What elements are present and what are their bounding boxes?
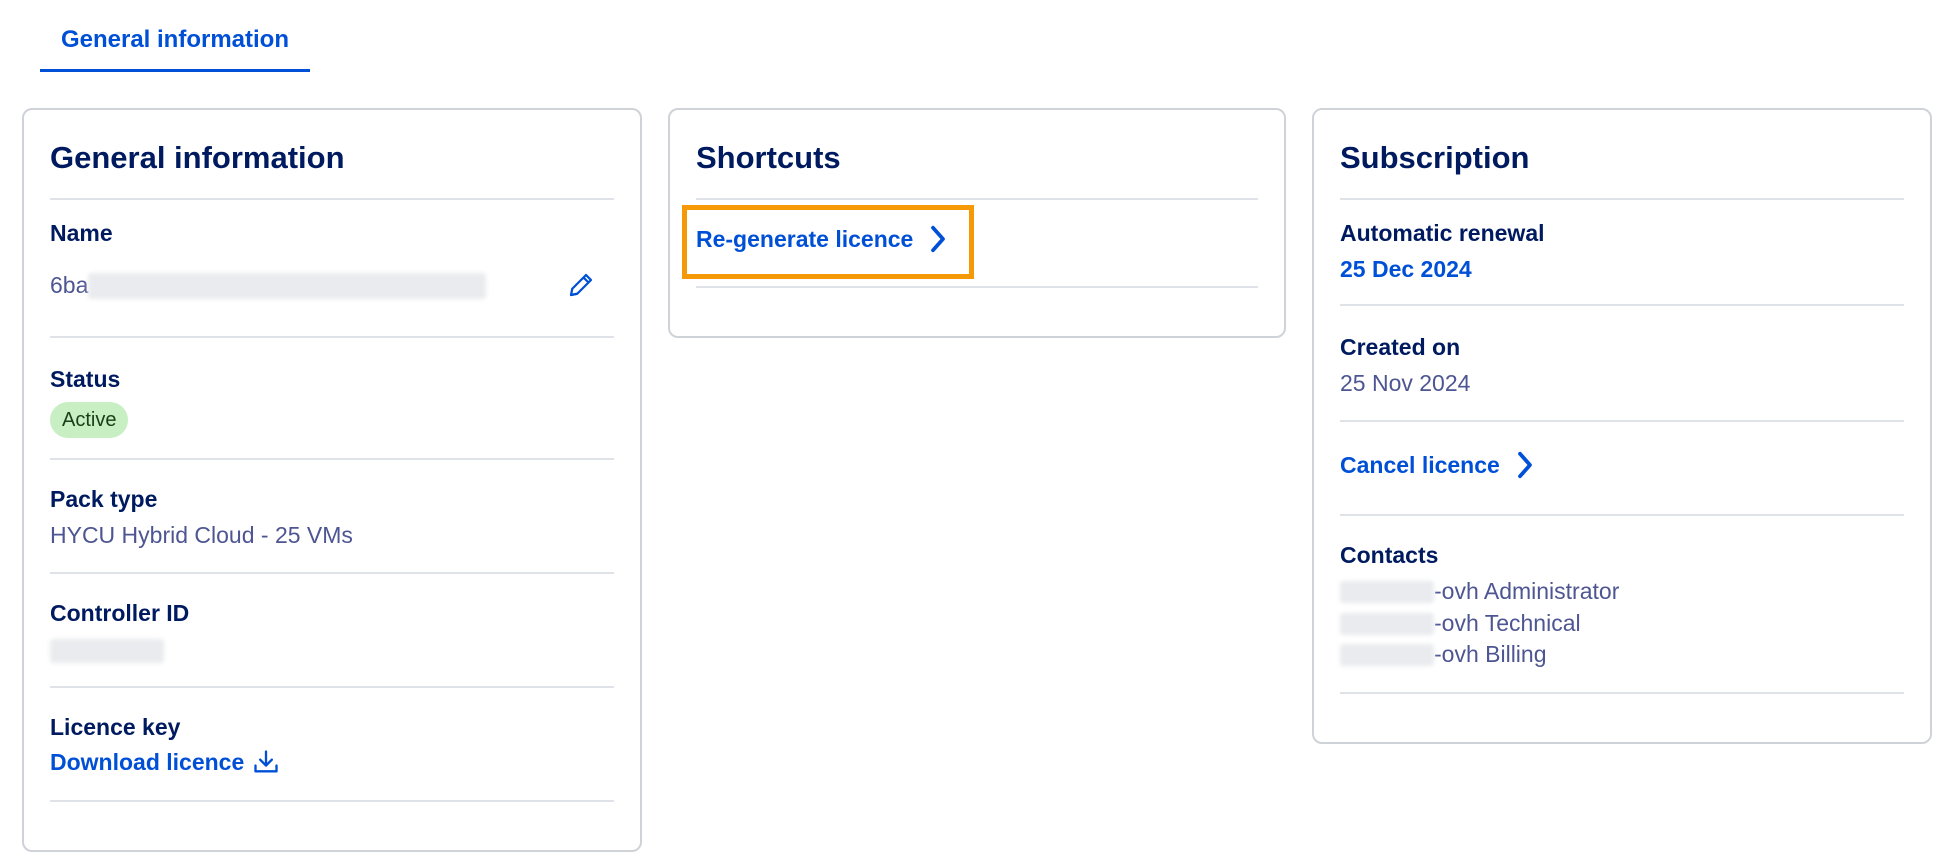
general-information-card: General information Name 6ba Status Acti…: [22, 108, 642, 852]
controller-id-value: [50, 636, 164, 663]
divider: [1340, 692, 1904, 694]
divider: [1340, 420, 1904, 422]
cancel-licence-label: Cancel licence: [1340, 451, 1500, 478]
contacts-label: Contacts: [1340, 542, 1439, 568]
pack-type-label: Pack type: [50, 486, 158, 512]
download-icon: [252, 748, 280, 776]
divider: [50, 800, 614, 802]
tab-general-information[interactable]: General information: [40, 22, 310, 72]
contact-administrator: -ovh Administrator: [1340, 578, 1619, 605]
regenerate-licence-link[interactable]: Re-generate licence: [696, 224, 949, 254]
created-on-label: Created on: [1340, 334, 1461, 360]
redacted-contact-id: [1340, 580, 1434, 603]
card-title: Shortcuts: [696, 140, 841, 175]
contact-role: -ovh Administrator: [1434, 578, 1620, 604]
card-title: Subscription: [1340, 140, 1530, 175]
redacted-name: [88, 272, 487, 299]
download-licence-label: Download licence: [50, 748, 245, 775]
contact-role: -ovh Technical: [1434, 610, 1581, 636]
divider: [1340, 304, 1904, 306]
redacted-contact-id: [1340, 643, 1434, 666]
chevron-right-icon: [927, 224, 949, 254]
divider: [696, 286, 1258, 288]
pack-type-value: HYCU Hybrid Cloud - 25 VMs: [50, 522, 353, 548]
automatic-renewal-label: Automatic renewal: [1340, 220, 1545, 246]
divider: [50, 336, 614, 338]
automatic-renewal-value: 25 Dec 2024: [1340, 256, 1472, 282]
pencil-icon[interactable]: [564, 268, 598, 302]
contact-technical: -ovh Technical: [1340, 610, 1581, 637]
status-label: Status: [50, 366, 121, 392]
status-badge: Active: [50, 402, 129, 438]
divider: [50, 458, 614, 460]
shortcuts-card: Shortcuts Re-generate licence: [668, 108, 1286, 338]
controller-id-label: Controller ID: [50, 600, 190, 626]
divider: [1340, 514, 1904, 516]
redacted-contact-id: [1340, 612, 1434, 635]
divider: [50, 686, 614, 688]
divider: [50, 198, 614, 200]
contact-role: -ovh Billing: [1434, 641, 1547, 667]
divider: [696, 198, 1258, 200]
redacted-controller-id: [50, 638, 164, 663]
cancel-licence-link[interactable]: Cancel licence: [1340, 450, 1536, 480]
name-label: Name: [50, 220, 113, 246]
regenerate-licence-label: Re-generate licence: [696, 225, 914, 252]
name-value-prefix: 6ba: [50, 272, 89, 298]
card-title: General information: [50, 140, 345, 175]
divider: [1340, 198, 1904, 200]
download-licence-link[interactable]: Download licence: [50, 748, 280, 776]
licence-key-label: Licence key: [50, 714, 181, 740]
divider: [50, 572, 614, 574]
created-on-value: 25 Nov 2024: [1340, 370, 1471, 396]
name-value: 6ba: [50, 272, 487, 299]
chevron-right-icon: [1514, 450, 1536, 480]
subscription-card: Subscription Automatic renewal 25 Dec 20…: [1312, 108, 1932, 744]
contact-billing: -ovh Billing: [1340, 641, 1547, 668]
